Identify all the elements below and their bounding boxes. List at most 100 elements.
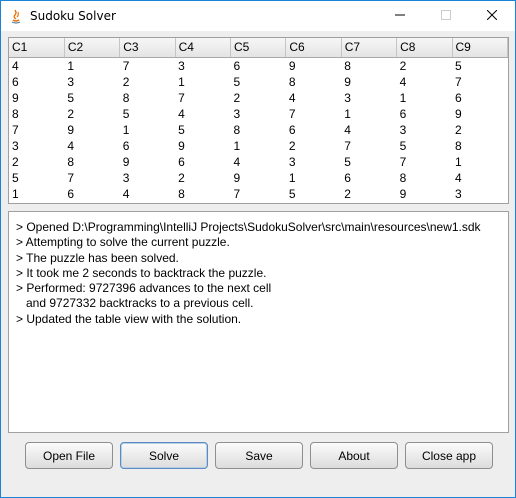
- column-header[interactable]: C8: [396, 38, 453, 58]
- table-cell[interactable]: 1: [341, 106, 396, 122]
- table-cell[interactable]: 4: [286, 90, 341, 106]
- table-row[interactable]: 573291684: [9, 170, 508, 186]
- table-cell[interactable]: 7: [286, 106, 341, 122]
- table-cell[interactable]: 9: [9, 90, 64, 106]
- table-cell[interactable]: 3: [64, 74, 119, 90]
- table-row[interactable]: 632158947: [9, 74, 508, 90]
- table-cell[interactable]: 2: [341, 186, 396, 202]
- table-row[interactable]: 346912758: [9, 138, 508, 154]
- column-header[interactable]: C6: [285, 38, 342, 58]
- save-button[interactable]: Save: [215, 442, 303, 469]
- column-header[interactable]: C4: [175, 38, 232, 58]
- table-cell[interactable]: 1: [452, 154, 508, 170]
- close-window-button[interactable]: [469, 1, 515, 31]
- column-header[interactable]: C1: [9, 38, 65, 58]
- table-row[interactable]: 417369825: [9, 57, 508, 74]
- table-cell[interactable]: 6: [341, 170, 396, 186]
- table-cell[interactable]: 3: [397, 122, 452, 138]
- table-cell[interactable]: 9: [286, 57, 341, 74]
- table-cell[interactable]: 4: [175, 106, 230, 122]
- table-row[interactable]: 289643571: [9, 154, 508, 170]
- table-cell[interactable]: 8: [397, 170, 452, 186]
- column-header[interactable]: C5: [230, 38, 287, 58]
- table-cell[interactable]: 8: [286, 74, 341, 90]
- table-cell[interactable]: 7: [175, 90, 230, 106]
- table-cell[interactable]: 4: [120, 186, 175, 202]
- table-cell[interactable]: 4: [9, 57, 64, 74]
- table-cell[interactable]: 5: [120, 106, 175, 122]
- table-cell[interactable]: 4: [452, 170, 508, 186]
- table-cell[interactable]: 3: [175, 57, 230, 74]
- table-cell[interactable]: 2: [175, 170, 230, 186]
- table-cell[interactable]: 6: [231, 57, 286, 74]
- table-cell[interactable]: 2: [9, 154, 64, 170]
- table-cell[interactable]: 8: [175, 186, 230, 202]
- table-cell[interactable]: 7: [452, 74, 508, 90]
- table-cell[interactable]: 9: [452, 106, 508, 122]
- table-cell[interactable]: 2: [231, 90, 286, 106]
- table-cell[interactable]: 5: [397, 138, 452, 154]
- table-cell[interactable]: 1: [120, 122, 175, 138]
- table-row[interactable]: 164875293: [9, 186, 508, 202]
- table-cell[interactable]: 1: [286, 170, 341, 186]
- table-cell[interactable]: 4: [397, 74, 452, 90]
- table-cell[interactable]: 5: [231, 74, 286, 90]
- minimize-button[interactable]: [377, 1, 423, 31]
- table-row[interactable]: 791586432: [9, 122, 508, 138]
- table-cell[interactable]: 4: [341, 122, 396, 138]
- table-cell[interactable]: 6: [120, 138, 175, 154]
- sudoku-table[interactable]: C1 C2 C3 C4 C5 C6 C7 C8 C9 4173698256321…: [8, 37, 509, 204]
- table-cell[interactable]: 3: [9, 138, 64, 154]
- table-cell[interactable]: 1: [64, 57, 119, 74]
- solve-button[interactable]: Solve: [120, 442, 208, 469]
- table-row[interactable]: 958724316: [9, 90, 508, 106]
- table-cell[interactable]: 2: [397, 57, 452, 74]
- maximize-button[interactable]: [423, 1, 469, 31]
- table-cell[interactable]: 9: [397, 186, 452, 202]
- column-header[interactable]: C7: [341, 38, 398, 58]
- table-cell[interactable]: 9: [231, 170, 286, 186]
- output-log[interactable]: > Opened D:\Programming\IntelliJ Project…: [8, 211, 509, 433]
- about-button[interactable]: About: [310, 442, 398, 469]
- table-cell[interactable]: 9: [64, 122, 119, 138]
- column-header[interactable]: C3: [119, 38, 176, 58]
- table-cell[interactable]: 9: [120, 154, 175, 170]
- table-cell[interactable]: 5: [64, 90, 119, 106]
- table-cell[interactable]: 9: [175, 138, 230, 154]
- table-cell[interactable]: 7: [64, 170, 119, 186]
- column-header[interactable]: C2: [64, 38, 121, 58]
- table-cell[interactable]: 1: [9, 186, 64, 202]
- table-cell[interactable]: 2: [120, 74, 175, 90]
- table-cell[interactable]: 7: [120, 57, 175, 74]
- table-cell[interactable]: 5: [286, 186, 341, 202]
- table-cell[interactable]: 8: [64, 154, 119, 170]
- table-cell[interactable]: 9: [341, 74, 396, 90]
- table-cell[interactable]: 5: [175, 122, 230, 138]
- table-cell[interactable]: 3: [120, 170, 175, 186]
- table-cell[interactable]: 5: [341, 154, 396, 170]
- table-row[interactable]: 825437169: [9, 106, 508, 122]
- table-cell[interactable]: 6: [397, 106, 452, 122]
- table-cell[interactable]: 6: [175, 154, 230, 170]
- table-cell[interactable]: 7: [341, 138, 396, 154]
- table-cell[interactable]: 3: [286, 154, 341, 170]
- table-cell[interactable]: 8: [341, 57, 396, 74]
- table-cell[interactable]: 8: [452, 138, 508, 154]
- table-cell[interactable]: 8: [231, 122, 286, 138]
- table-cell[interactable]: 1: [397, 90, 452, 106]
- table-cell[interactable]: 6: [9, 74, 64, 90]
- table-cell[interactable]: 3: [341, 90, 396, 106]
- close-app-button[interactable]: Close app: [405, 442, 493, 469]
- table-cell[interactable]: 3: [231, 106, 286, 122]
- table-cell[interactable]: 6: [452, 90, 508, 106]
- table-cell[interactable]: 6: [64, 186, 119, 202]
- table-cell[interactable]: 5: [9, 170, 64, 186]
- table-cell[interactable]: 7: [231, 186, 286, 202]
- table-cell[interactable]: 7: [9, 122, 64, 138]
- table-cell[interactable]: 1: [231, 138, 286, 154]
- table-cell[interactable]: 5: [452, 57, 508, 74]
- table-cell[interactable]: 4: [231, 154, 286, 170]
- table-cell[interactable]: 2: [452, 122, 508, 138]
- open-file-button[interactable]: Open File: [25, 442, 113, 469]
- table-cell[interactable]: 8: [120, 90, 175, 106]
